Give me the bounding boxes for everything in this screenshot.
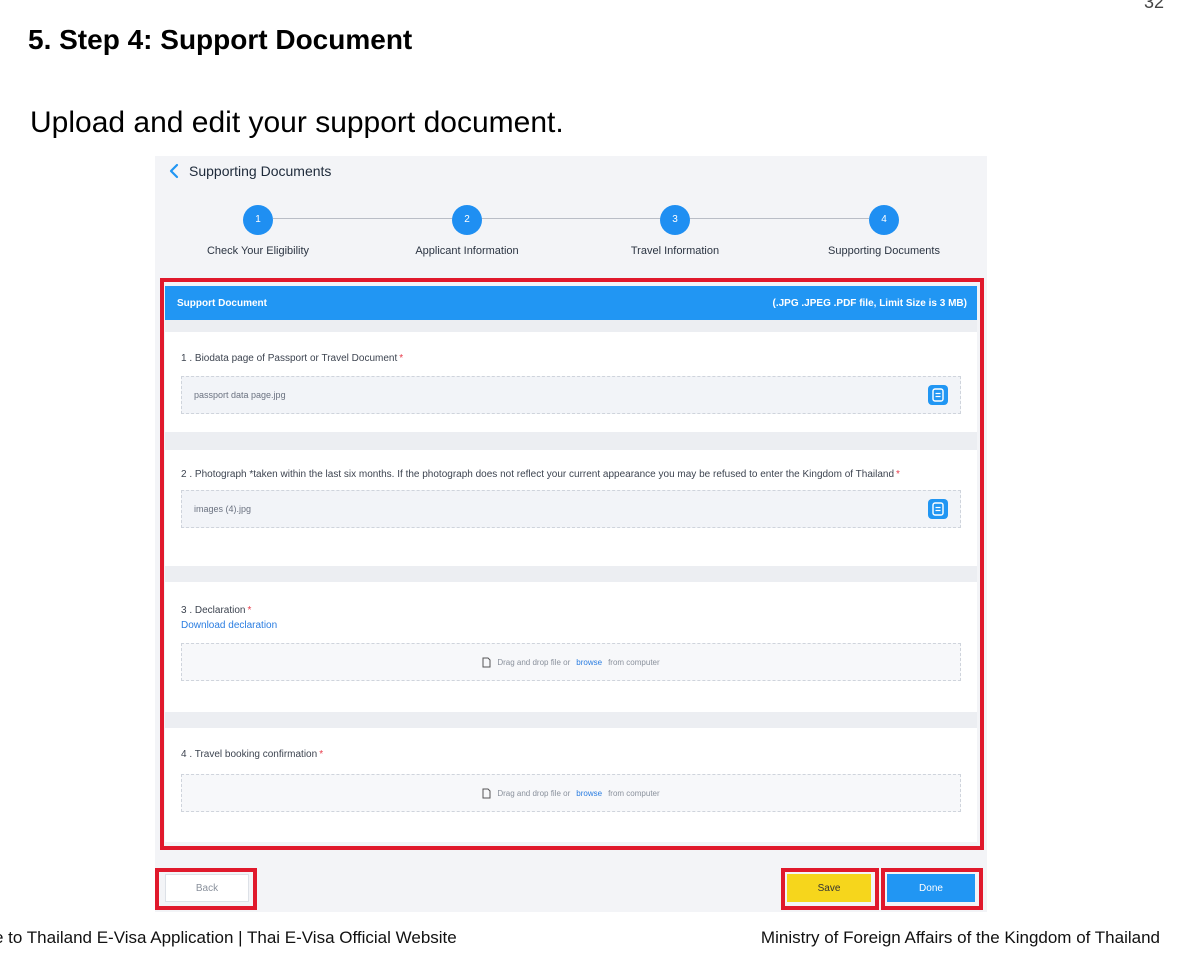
step-2: 2 Applicant Information <box>367 205 567 257</box>
step-1: 1 Check Your Eligibility <box>158 205 358 257</box>
page-header: Supporting Documents <box>165 162 331 180</box>
step-3-number: 3 <box>660 205 690 235</box>
step-3-label: Travel Information <box>630 245 720 257</box>
step-4-number: 4 <box>869 205 899 235</box>
page-number: 32 <box>1143 0 1164 12</box>
document-heading: 5. Step 4: Support Document <box>28 24 413 55</box>
highlight-frame-back <box>155 868 257 910</box>
progress-stepper: 1 Check Your Eligibility 2 Applicant Inf… <box>155 200 987 270</box>
step-4: 4 Supporting Documents <box>784 205 984 257</box>
step-3: 3 Travel Information <box>575 205 775 257</box>
highlight-frame-form <box>160 278 984 850</box>
chevron-left-icon[interactable] <box>165 162 183 180</box>
step-2-label: Applicant Information <box>415 245 519 257</box>
step-4-label: Supporting Documents <box>828 245 940 257</box>
document-intro: Upload and edit your support document. <box>30 106 564 139</box>
step-1-label: Check Your Eligibility <box>206 245 310 257</box>
evisa-screenshot: Supporting Documents 1 Check Your Eligib… <box>155 156 987 912</box>
step-2-number: 2 <box>452 205 482 235</box>
highlight-frame-done <box>881 868 983 910</box>
step-connector <box>273 218 869 219</box>
footer-right: Ministry of Foreign Affairs of the Kingd… <box>760 928 1160 947</box>
footer-left: e to Thailand E-Visa Application | Thai … <box>0 928 457 947</box>
page-title: Supporting Documents <box>189 163 332 179</box>
highlight-frame-save <box>781 868 879 910</box>
step-1-number: 1 <box>243 205 273 235</box>
